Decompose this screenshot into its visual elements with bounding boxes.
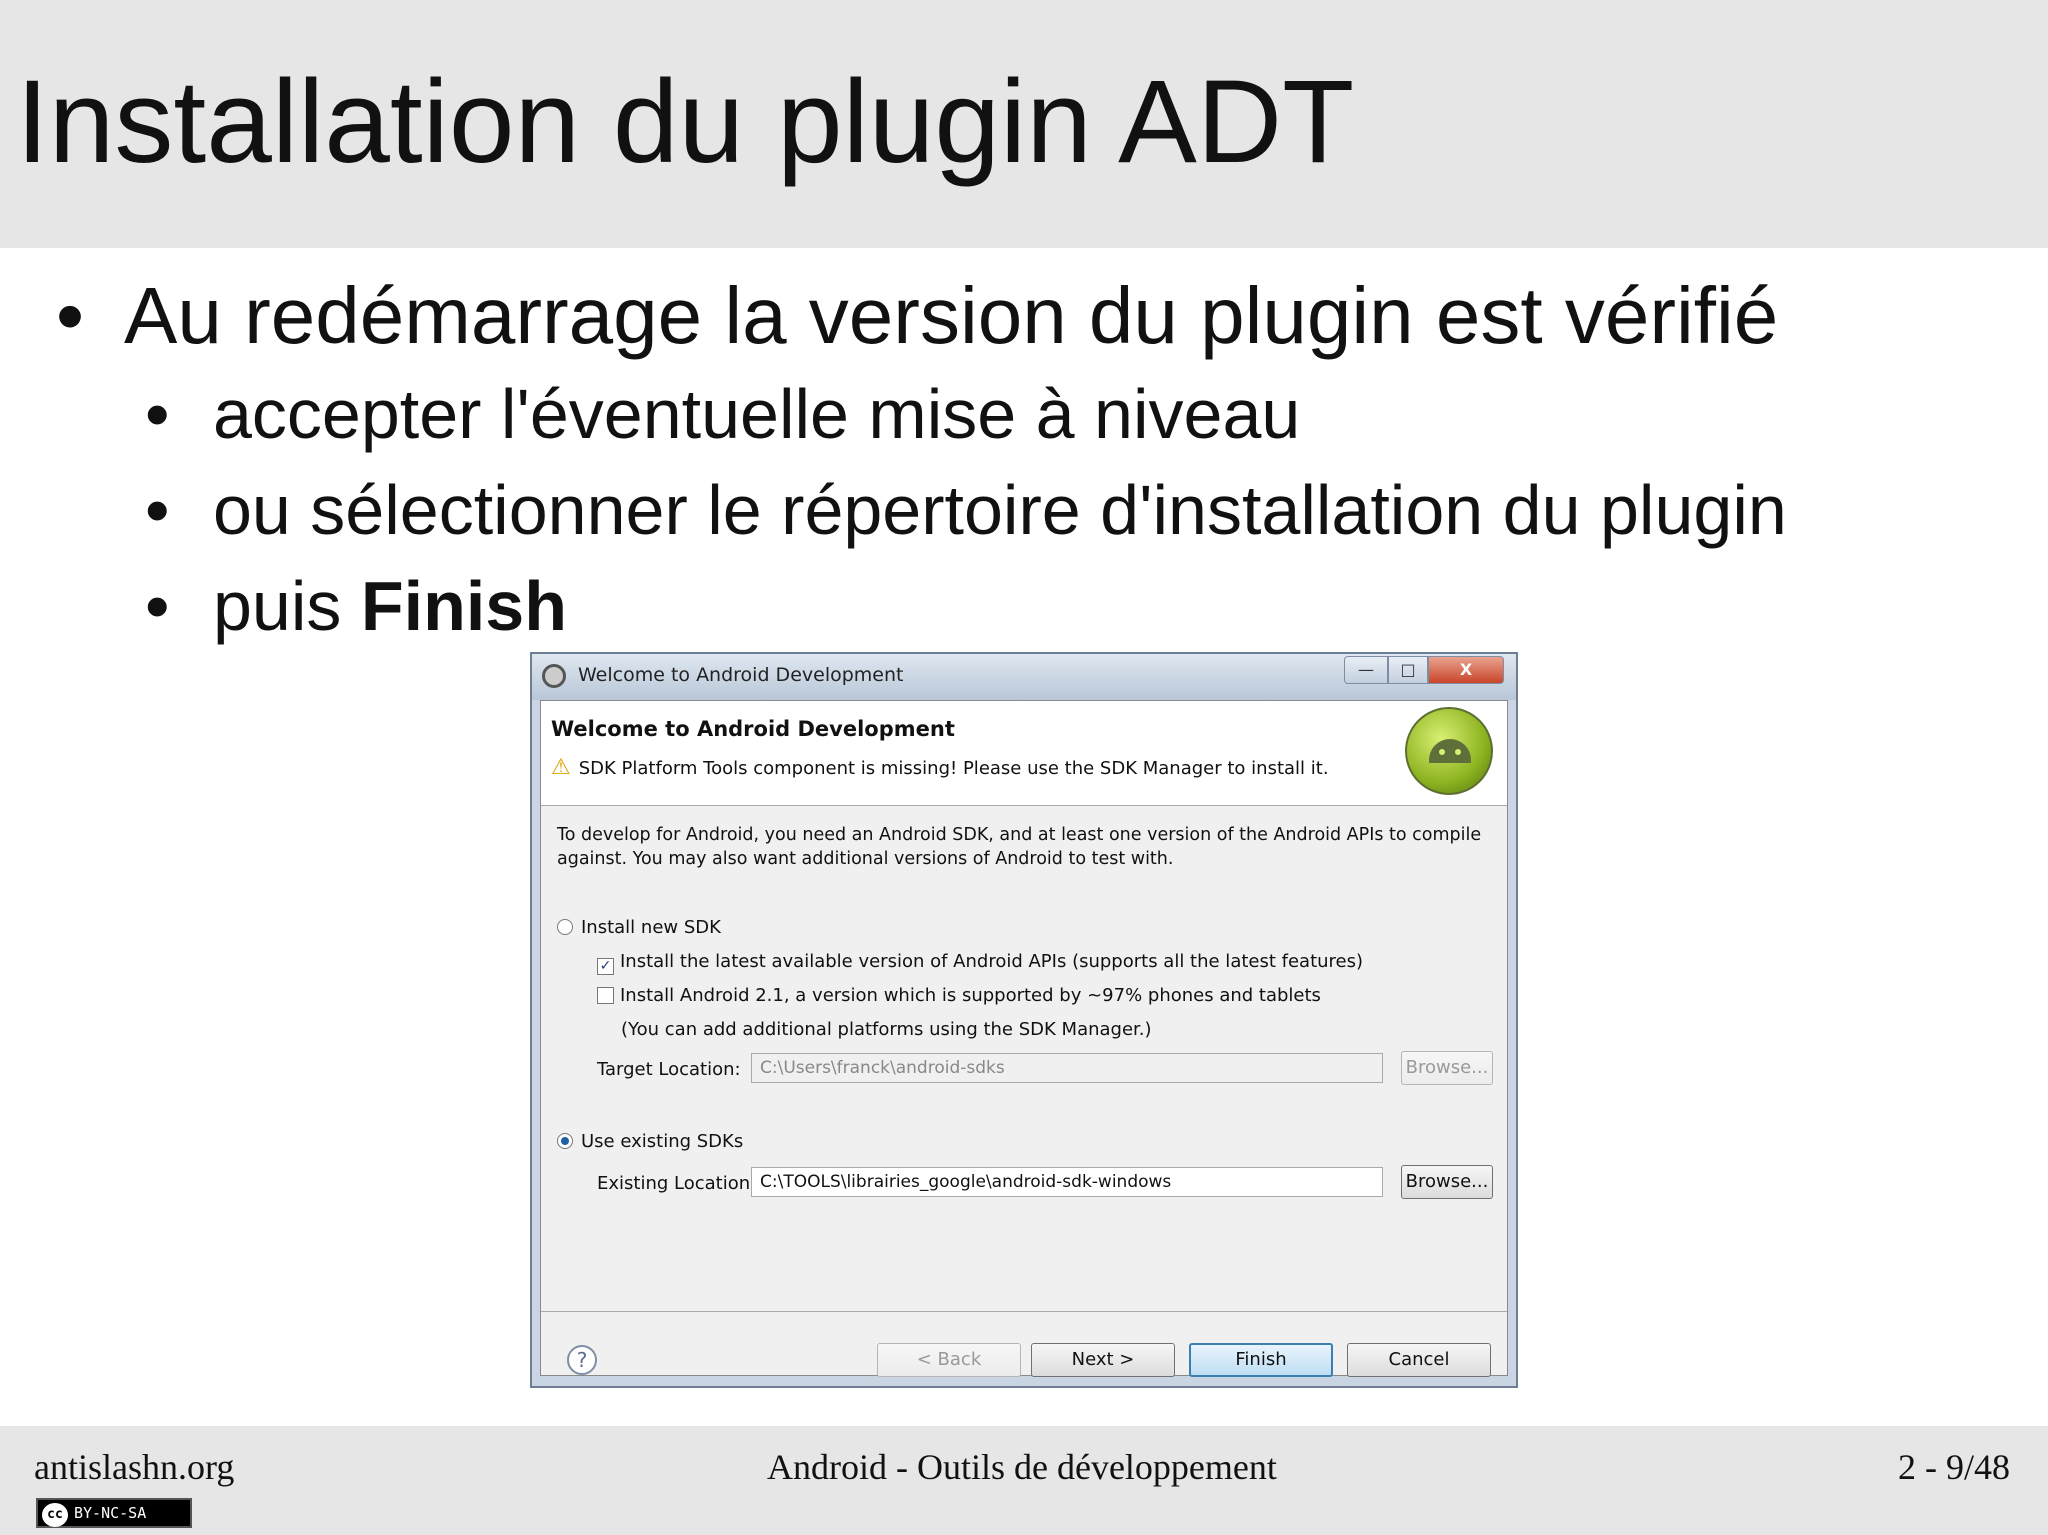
bullet-sub-3-prefix: puis bbox=[213, 567, 361, 645]
use-existing-option[interactable]: Use existing SDKs bbox=[557, 1131, 743, 1152]
warning-text: SDK Platform Tools component is missing!… bbox=[578, 758, 1329, 779]
install-new-sdk-radio[interactable] bbox=[557, 919, 573, 935]
android-eye-right bbox=[1455, 749, 1461, 755]
next-button[interactable]: Next > bbox=[1031, 1343, 1175, 1377]
target-browse-button[interactable]: Browse... bbox=[1401, 1051, 1493, 1085]
maximize-button[interactable]: □ bbox=[1388, 656, 1428, 684]
bullet-sub-2-text: ou sélectionner le répertoire d'installa… bbox=[213, 471, 1787, 549]
footer-page: 2 - 9/48 bbox=[1898, 1447, 2010, 1487]
dialog-content: Welcome to Android Development ⚠ SDK Plat… bbox=[540, 700, 1508, 1377]
eclipse-app-icon bbox=[542, 664, 566, 688]
warning-message: ⚠ SDK Platform Tools component is missing… bbox=[551, 755, 1329, 780]
dialog-titlebar[interactable]: Welcome to Android Development — □ X bbox=[532, 654, 1516, 700]
bullet-main-text: Au redémarrage la version du plugin est … bbox=[124, 271, 1779, 360]
target-location-field[interactable]: C:\Users\franck\android-sdks bbox=[751, 1053, 1383, 1083]
back-button[interactable]: < Back bbox=[877, 1343, 1021, 1377]
cancel-button[interactable]: Cancel bbox=[1347, 1343, 1491, 1377]
target-location-label: Target Location: bbox=[597, 1059, 741, 1080]
android-robot-head bbox=[1429, 739, 1471, 763]
dialog-header: Welcome to Android Development ⚠ SDK Plat… bbox=[541, 701, 1507, 806]
install-latest-label: Install the latest available version of … bbox=[620, 951, 1364, 972]
install-latest-option[interactable]: ✓ Install the latest available version of… bbox=[597, 951, 1363, 975]
install-new-sdk-label: Install new SDK bbox=[581, 917, 721, 938]
minimize-button[interactable]: — bbox=[1344, 656, 1388, 684]
license-text: BY-NC-SA bbox=[74, 1504, 147, 1522]
help-icon[interactable]: ? bbox=[567, 1345, 597, 1375]
use-existing-radio[interactable] bbox=[557, 1133, 573, 1149]
android-eye-left bbox=[1439, 749, 1445, 755]
use-existing-label: Use existing SDKs bbox=[581, 1131, 744, 1152]
bullet-glyph: • bbox=[145, 375, 170, 453]
install-latest-checkbox[interactable]: ✓ bbox=[597, 958, 614, 975]
bullet-glyph: • bbox=[145, 567, 170, 645]
footer-course: Android - Outils de développement bbox=[767, 1447, 1277, 1487]
bullet-sub-1-text: accepter l'éventuelle mise à niveau bbox=[213, 375, 1301, 453]
window-title: Welcome to Android Development bbox=[578, 664, 904, 686]
intro-text: To develop for Android, you need an Andr… bbox=[557, 825, 1482, 869]
finish-button[interactable]: Finish bbox=[1189, 1343, 1333, 1377]
header-title: Welcome to Android Development bbox=[551, 717, 955, 741]
footer-site: antislashn.org bbox=[34, 1447, 235, 1487]
existing-browse-button[interactable]: Browse... bbox=[1401, 1165, 1493, 1199]
bullet-glyph: • bbox=[56, 271, 85, 360]
cc-license-badge: cc BY-NC-SA bbox=[36, 1498, 192, 1528]
bullet-sub-3: • puis Finish bbox=[145, 564, 567, 648]
install-21-option[interactable]: Install Android 2.1, a version which is … bbox=[597, 985, 1321, 1006]
android-logo-icon bbox=[1405, 707, 1493, 795]
cc-icon: cc bbox=[42, 1503, 68, 1527]
install-21-checkbox[interactable] bbox=[597, 987, 614, 1004]
bullet-sub-2: • ou sélectionner le répertoire d'install… bbox=[145, 468, 1787, 552]
slide-title: Installation du plugin ADT bbox=[16, 56, 1355, 188]
bullet-sub-3-bold: Finish bbox=[360, 567, 567, 645]
warning-icon: ⚠ bbox=[551, 755, 571, 780]
sdk-manager-note: (You can add additional platforms using … bbox=[621, 1019, 1152, 1040]
bullet-main: • Au redémarrage la version du plugin est… bbox=[56, 268, 1778, 364]
welcome-dialog: Welcome to Android Development — □ X Wel… bbox=[530, 652, 1518, 1388]
bullet-glyph: • bbox=[145, 471, 170, 549]
button-bar-separator bbox=[541, 1311, 1507, 1312]
existing-location-label: Existing Location: bbox=[597, 1173, 757, 1194]
existing-location-field[interactable]: C:\TOOLS\librairies_google\android-sdk-w… bbox=[751, 1167, 1383, 1197]
close-button[interactable]: X bbox=[1428, 656, 1504, 684]
bullet-sub-1: • accepter l'éventuelle mise à niveau bbox=[145, 372, 1300, 456]
install-new-sdk-option[interactable]: Install new SDK bbox=[557, 917, 721, 938]
install-21-label: Install Android 2.1, a version which is … bbox=[620, 985, 1321, 1006]
